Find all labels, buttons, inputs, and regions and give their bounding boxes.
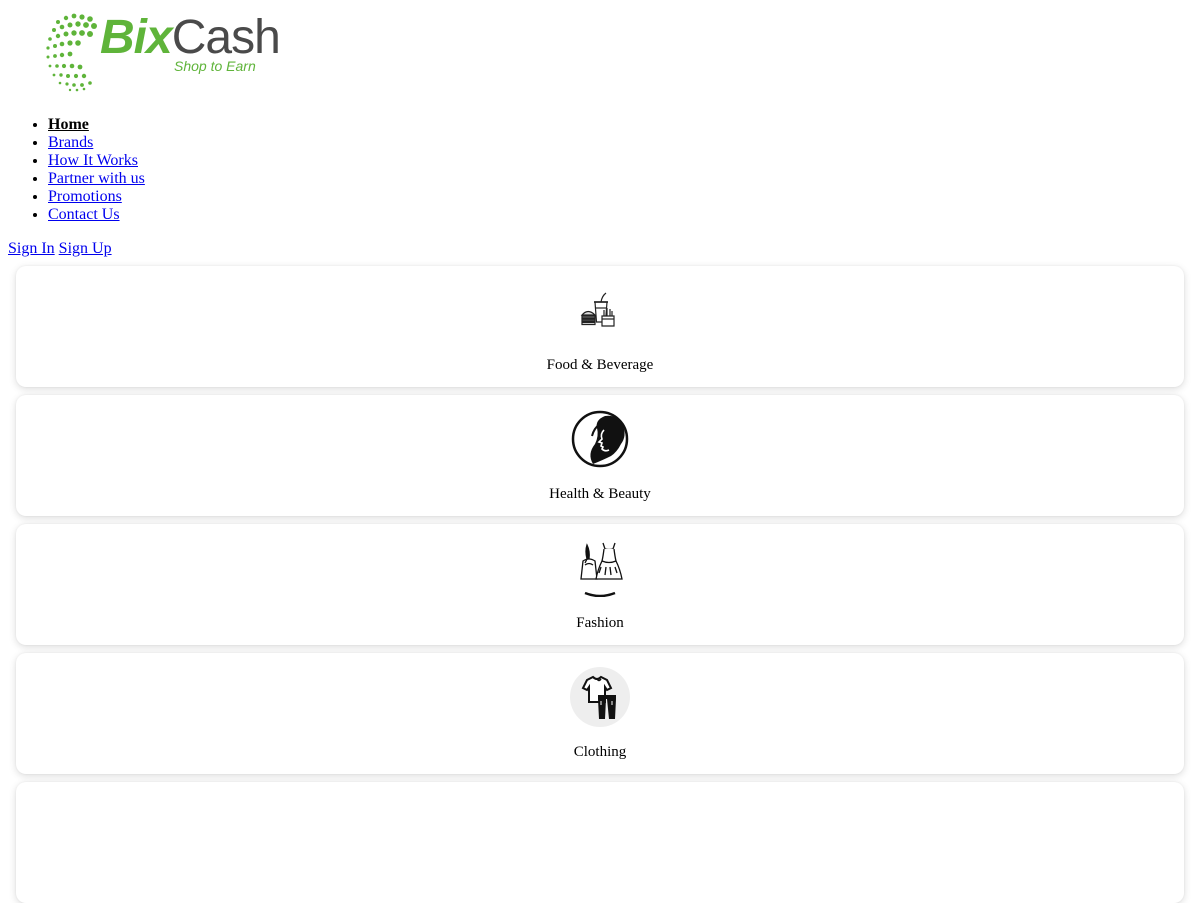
nav-list: Home Brands How It Works Partner with us… [0,116,1200,224]
category-list: Food & Beverage Health & Beauty Fashion … [0,266,1200,903]
nav-item-contact: Contact Us [48,206,1200,224]
site-header: BixCash Shop to Earn Home Brands How It … [0,0,1200,258]
logo-word-bix: Bix [100,11,173,64]
nav-item-how-it-works: How It Works [48,152,1200,170]
category-label: Clothing [573,744,627,760]
category-card-partial[interactable] [16,782,1184,903]
main-nav: Home Brands How It Works Partner with us… [0,116,1200,224]
category-label: Health & Beauty [549,486,651,502]
nav-link-how-it-works[interactable]: How It Works [48,152,138,169]
nav-link-promotions[interactable]: Promotions [48,188,122,205]
food-beverage-icon [570,280,630,340]
logo-wordmark: BixCash [100,11,281,64]
auth-links: Sign In Sign Up [8,240,1200,258]
category-card-clothing[interactable]: Clothing [16,653,1184,774]
category-card-food-beverage[interactable]: Food & Beverage [16,266,1184,387]
category-label: Food & Beverage [546,357,654,373]
fashion-icon [570,538,630,598]
category-label: Fashion [576,615,624,631]
nav-link-contact[interactable]: Contact Us [48,206,120,223]
nav-link-partner[interactable]: Partner with us [48,170,145,187]
sign-in-link[interactable]: Sign In [8,240,55,257]
nav-item-brands: Brands [48,134,1200,152]
logo-text: BixCash Shop to Earn [100,11,281,75]
nav-link-brands[interactable]: Brands [48,134,93,151]
health-beauty-icon [570,409,630,469]
nav-item-partner: Partner with us [48,170,1200,188]
logo-word-cash: Cash [171,11,281,64]
globe-dots-icon [46,13,97,92]
nav-item-promotions: Promotions [48,188,1200,206]
category-card-health-beauty[interactable]: Health & Beauty [16,395,1184,516]
clothing-icon [570,667,630,727]
bixcash-logo[interactable]: BixCash Shop to Earn [44,8,1200,92]
sign-up-link[interactable]: Sign Up [59,240,112,257]
category-card-fashion[interactable]: Fashion [16,524,1184,645]
logo-container: BixCash Shop to Earn [0,0,1200,100]
nav-link-home[interactable]: Home [48,116,89,133]
nav-item-home: Home [48,116,1200,134]
